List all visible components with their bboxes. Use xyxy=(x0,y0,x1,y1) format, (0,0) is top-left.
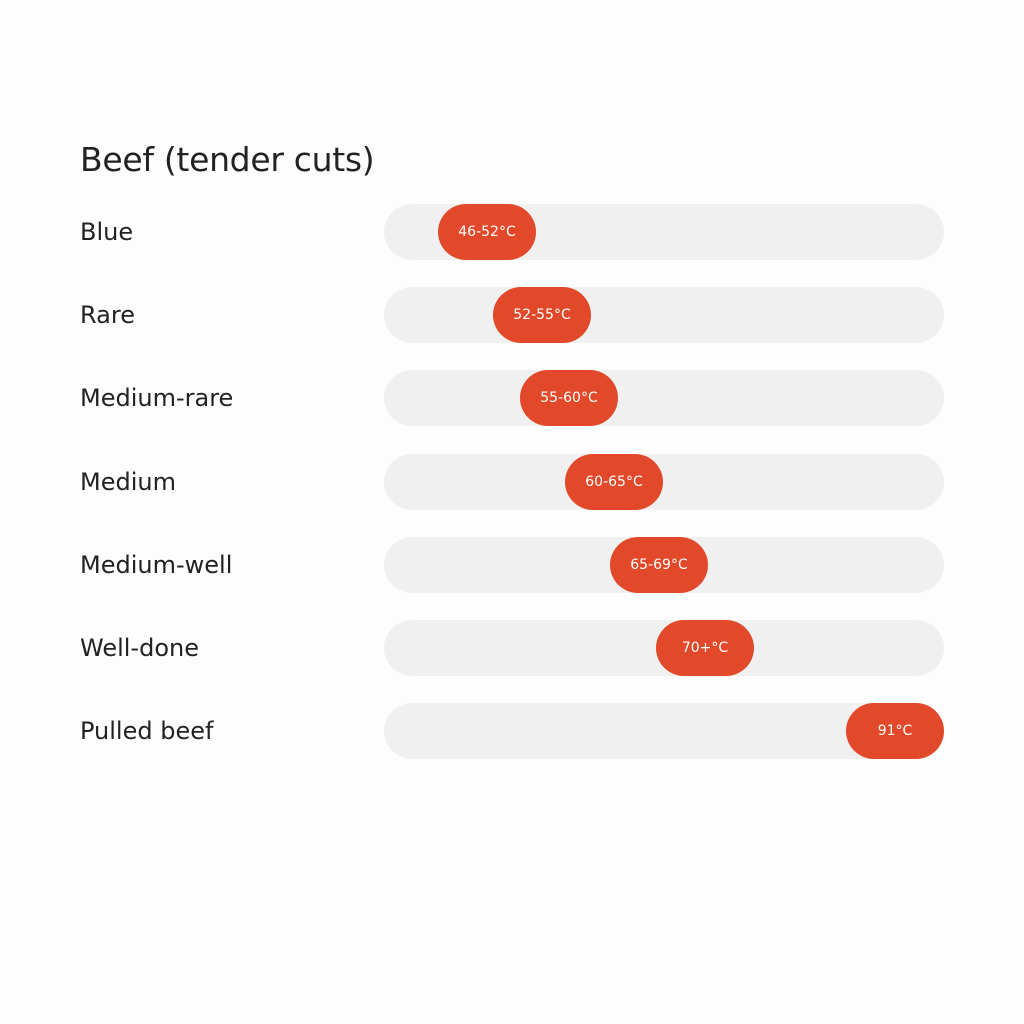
temperature-marker: 60-65°C xyxy=(565,454,663,510)
range-track: 91°C xyxy=(384,703,944,759)
range-track: 60-65°C xyxy=(384,454,944,510)
temperature-marker: 46-52°C xyxy=(438,204,536,260)
row-label: Medium-well xyxy=(80,551,233,579)
chart-title: Beef (tender cuts) xyxy=(80,140,375,179)
temperature-marker: 70+°C xyxy=(656,620,754,676)
temperature-marker: 55-60°C xyxy=(520,370,618,426)
temperature-marker: 65-69°C xyxy=(610,537,708,593)
range-track: 55-60°C xyxy=(384,370,944,426)
row-label: Medium xyxy=(80,468,176,496)
row-label: Rare xyxy=(80,301,135,329)
temperature-marker: 52-55°C xyxy=(493,287,591,343)
row-label: Well-done xyxy=(80,634,199,662)
row-label: Medium-rare xyxy=(80,384,234,412)
row-label: Pulled beef xyxy=(80,717,214,745)
temperature-marker: 91°C xyxy=(846,703,944,759)
range-track: 46-52°C xyxy=(384,204,944,260)
range-track: 52-55°C xyxy=(384,287,944,343)
row-label: Blue xyxy=(80,218,134,246)
range-track: 70+°C xyxy=(384,620,944,676)
range-track: 65-69°C xyxy=(384,537,944,593)
